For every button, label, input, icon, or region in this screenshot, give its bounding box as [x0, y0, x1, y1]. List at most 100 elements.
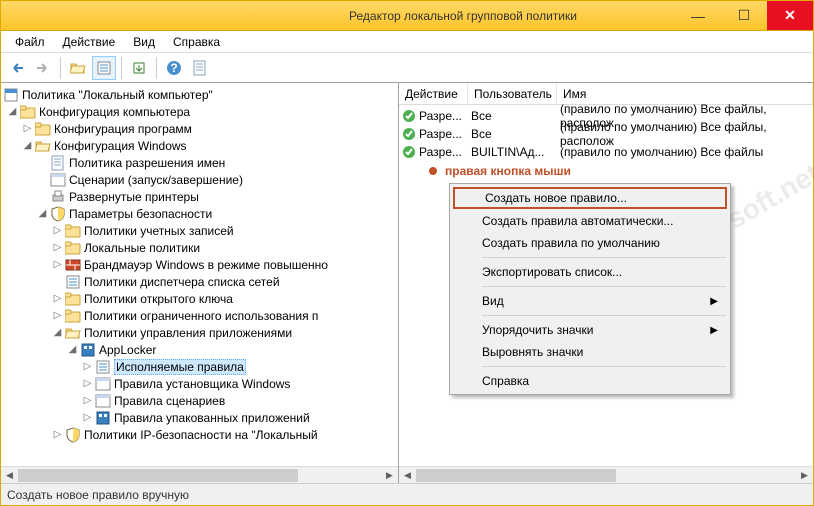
view-button[interactable] — [92, 56, 116, 80]
export-button[interactable] — [127, 56, 151, 80]
folder-icon — [35, 121, 51, 137]
tree-item-selected[interactable]: Исполняемые правила — [114, 359, 246, 375]
chevron-right-icon[interactable]: ▷ — [50, 293, 65, 304]
menu-create-rule[interactable]: Создать новое правило... — [453, 187, 727, 209]
rules-list[interactable]: Разре...Все(правило по умолчанию) Все фа… — [399, 105, 813, 163]
tree-pane: Политика "Локальный компьютер" ◢ Конфигур… — [1, 83, 399, 483]
folder-icon — [65, 223, 81, 239]
folder-button[interactable] — [66, 56, 90, 80]
shield-icon — [50, 206, 66, 222]
menu-help[interactable]: Справка — [452, 370, 728, 392]
tree-item[interactable]: Сценарии (запуск/завершение) — [69, 173, 243, 187]
chevron-right-icon[interactable]: ▷ — [80, 361, 95, 372]
tree-item[interactable]: Конфигурация Windows — [54, 139, 187, 153]
shield-icon — [65, 427, 81, 443]
tree-item[interactable]: Политика разрешения имен — [69, 156, 225, 170]
scroll-right-icon[interactable]: ▶ — [381, 467, 398, 484]
menu-file[interactable]: Файл — [7, 33, 53, 51]
menu-view[interactable]: Вид — [125, 33, 163, 51]
annotation-label: правая кнопка мыши — [429, 163, 571, 178]
help-button[interactable] — [162, 56, 186, 80]
tree-item[interactable]: Политики диспетчера списка сетей — [84, 275, 280, 289]
folder-icon — [65, 291, 81, 307]
col-name[interactable]: Имя — [557, 83, 813, 104]
forward-button[interactable] — [31, 56, 55, 80]
menu-separator — [482, 366, 726, 367]
menu-bar: Файл Действие Вид Справка — [1, 31, 813, 53]
menu-create-auto[interactable]: Создать правила автоматически... — [452, 210, 728, 232]
scrollbar-horizontal[interactable]: ◀▶ — [1, 466, 398, 483]
check-icon — [402, 127, 416, 141]
properties-button[interactable] — [188, 56, 212, 80]
tree-item[interactable]: Брандмауэр Windows в режиме повышенно — [84, 258, 328, 272]
context-menu: Создать новое правило... Создать правила… — [449, 183, 731, 395]
chevron-right-icon[interactable]: ▷ — [50, 429, 65, 440]
list-row[interactable]: Разре...Все(правило по умолчанию) Все фа… — [399, 125, 813, 143]
list-icon — [95, 359, 111, 375]
menu-create-default[interactable]: Создать правила по умолчанию — [452, 232, 728, 254]
chevron-right-icon[interactable]: ▷ — [20, 123, 35, 134]
close-button[interactable]: ✕ — [767, 1, 813, 30]
tree-item[interactable]: Политики ограниченного использования п — [84, 309, 318, 323]
tree-item[interactable]: Политики управления приложениями — [84, 326, 292, 340]
chevron-down-icon[interactable]: ◢ — [35, 208, 50, 219]
script-icon — [95, 376, 111, 392]
chevron-down-icon[interactable]: ◢ — [65, 344, 80, 355]
chevron-right-icon[interactable]: ▷ — [50, 310, 65, 321]
list-pane: Действие Пользователь Имя Разре...Все(пр… — [399, 83, 813, 483]
policy-tree[interactable]: Политика "Локальный компьютер" ◢ Конфигур… — [1, 83, 398, 466]
chevron-right-icon[interactable]: ▷ — [80, 378, 95, 389]
check-icon — [402, 109, 416, 123]
list-row[interactable]: Разре...BUILTIN\Ад...(правило по умолчан… — [399, 143, 813, 161]
tree-item[interactable]: Правила упакованных приложений — [114, 411, 310, 425]
tree-item[interactable]: Локальные политики — [84, 241, 200, 255]
chevron-down-icon[interactable]: ◢ — [20, 140, 35, 151]
app-icon — [95, 410, 111, 426]
list-icon — [65, 274, 81, 290]
tree-item[interactable]: Правила установщика Windows — [114, 377, 290, 391]
folder-open-icon — [65, 325, 81, 341]
chevron-down-icon[interactable]: ◢ — [50, 327, 65, 338]
scroll-right-icon[interactable]: ▶ — [796, 467, 813, 484]
tree-item[interactable]: Конфигурация программ — [54, 122, 192, 136]
tree-item[interactable]: Параметры безопасности — [69, 207, 212, 221]
menu-export-list[interactable]: Экспортировать список... — [452, 261, 728, 283]
menu-align-icons[interactable]: Выровнять значки — [452, 341, 728, 363]
chevron-right-icon[interactable]: ▷ — [50, 242, 65, 253]
scroll-left-icon[interactable]: ◀ — [1, 467, 18, 484]
back-button[interactable] — [5, 56, 29, 80]
title-bar: Редактор локальной групповой политики — … — [1, 1, 813, 31]
tree-root[interactable]: Политика "Локальный компьютер" — [22, 88, 213, 102]
submenu-arrow-icon: ▶ — [710, 325, 718, 336]
tree-item[interactable]: Политики открытого ключа — [84, 292, 233, 306]
tree-item[interactable]: Правила сценариев — [114, 394, 225, 408]
menu-view[interactable]: Вид▶ — [452, 290, 728, 312]
chevron-right-icon[interactable]: ▷ — [80, 412, 95, 423]
chevron-right-icon[interactable]: ▷ — [80, 395, 95, 406]
toolbar — [1, 53, 813, 83]
chevron-right-icon[interactable]: ▷ — [50, 225, 65, 236]
minimize-button[interactable]: — — [675, 1, 721, 30]
col-user[interactable]: Пользователь — [468, 83, 557, 104]
chevron-right-icon[interactable]: ▷ — [50, 259, 65, 270]
printer-icon — [50, 189, 66, 205]
script-icon — [95, 393, 111, 409]
tree-item[interactable]: Развернутые принтеры — [69, 190, 199, 204]
tree-item[interactable]: Конфигурация компьютера — [39, 105, 190, 119]
col-action[interactable]: Действие — [399, 83, 468, 104]
app-icon — [80, 342, 96, 358]
menu-arrange-icons[interactable]: Упорядочить значки▶ — [452, 319, 728, 341]
menu-separator — [482, 286, 726, 287]
tree-item[interactable]: Политики учетных записей — [84, 224, 234, 238]
scrollbar-horizontal[interactable]: ◀▶ — [399, 466, 813, 483]
window-title: Редактор локальной групповой политики — [251, 9, 675, 23]
tree-item[interactable]: Политики IP-безопасности на "Локальный — [84, 428, 318, 442]
script-icon — [50, 172, 66, 188]
menu-action[interactable]: Действие — [55, 33, 124, 51]
chevron-down-icon[interactable]: ◢ — [5, 106, 20, 117]
maximize-button[interactable]: ☐ — [721, 1, 767, 30]
submenu-arrow-icon: ▶ — [710, 296, 718, 307]
tree-item[interactable]: AppLocker — [99, 343, 156, 357]
menu-help[interactable]: Справка — [165, 33, 228, 51]
scroll-left-icon[interactable]: ◀ — [399, 467, 416, 484]
